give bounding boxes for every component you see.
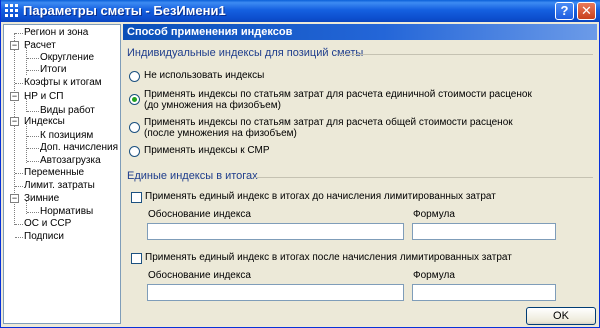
group-title-single: Единые индексы в итогах bbox=[127, 170, 258, 182]
group-divider bbox=[339, 54, 593, 55]
ok-button[interactable]: OK bbox=[526, 307, 596, 325]
group-divider bbox=[255, 177, 593, 178]
section-header: Способ применения индексов bbox=[123, 24, 597, 40]
tree-item-avtozagruzka[interactable]: Автозагрузка bbox=[40, 155, 101, 167]
collapse-icon-indeksy[interactable]: − bbox=[10, 117, 19, 126]
tree-item-region[interactable]: Регион и зона bbox=[24, 27, 88, 39]
tree-line bbox=[15, 83, 23, 84]
radio-unit-cost[interactable] bbox=[129, 94, 140, 105]
tree-line bbox=[15, 237, 23, 238]
tree-item-limit-zatraty[interactable]: Лимит. затраты bbox=[24, 180, 95, 192]
option-label-no-index: Не использовать индексы bbox=[144, 70, 265, 81]
window-title: Параметры сметы - БезИмени1 bbox=[23, 3, 226, 18]
tree-item-normativy[interactable]: Нормативы bbox=[40, 206, 93, 218]
tree-item-os-ssr[interactable]: ОС и ССР bbox=[24, 218, 71, 230]
main-panel: Способ применения индексов Индивидуальны… bbox=[123, 24, 597, 304]
tree-item-raschet[interactable]: Расчет bbox=[24, 40, 56, 52]
collapse-icon-zimnie[interactable]: − bbox=[10, 194, 19, 203]
tree-item-zimnie[interactable]: Зимние bbox=[24, 193, 59, 205]
tree-item-podpisi[interactable]: Подписи bbox=[24, 231, 64, 243]
radio-smr[interactable] bbox=[129, 146, 140, 157]
tree-line bbox=[15, 33, 23, 34]
formula-input-1[interactable] bbox=[412, 223, 556, 240]
tree-line bbox=[27, 161, 39, 162]
basis-input-2[interactable] bbox=[147, 284, 404, 301]
radio-total-cost[interactable] bbox=[129, 122, 140, 133]
app-icon bbox=[5, 4, 19, 18]
tree-item-indeksy[interactable]: Индексы bbox=[24, 116, 65, 128]
settings-tree: − − − − Регион и зона Расчет Округление … bbox=[3, 24, 121, 324]
basis-label-2: Обоснование индекса bbox=[148, 270, 251, 281]
tree-item-peremennye[interactable]: Переменные bbox=[24, 167, 84, 179]
dialog-window: Параметры сметы - БезИмени1 ? ✕ − − − − bbox=[0, 0, 600, 328]
option-label-smr: Применять индексы к СМР bbox=[144, 145, 270, 156]
title-bar[interactable]: Параметры сметы - БезИмени1 ? ✕ bbox=[1, 0, 600, 22]
collapse-icon-nr-sp[interactable]: − bbox=[10, 92, 19, 101]
checkbox-after-limit[interactable] bbox=[131, 253, 142, 264]
group-title-individual: Индивидуальные индексы для позиций сметы bbox=[127, 47, 364, 59]
checkbox-before-limit[interactable] bbox=[131, 192, 142, 203]
checkbox-label-after-limit: Применять единый индекс в итогах после н… bbox=[145, 252, 512, 263]
tree-item-koefty[interactable]: Коэфты к итогам bbox=[24, 77, 102, 89]
tree-line bbox=[27, 70, 39, 71]
tree-line bbox=[27, 111, 39, 112]
collapse-icon-raschet[interactable]: − bbox=[10, 41, 19, 50]
help-icon: ? bbox=[560, 3, 569, 18]
tree-line bbox=[27, 212, 39, 213]
radio-no-index[interactable] bbox=[129, 71, 140, 82]
option-sublabel-total-cost: (после умножения на физобъем) bbox=[144, 128, 297, 139]
formula-input-2[interactable] bbox=[412, 284, 556, 301]
formula-label-1: Формула bbox=[413, 209, 455, 220]
help-button[interactable]: ? bbox=[555, 2, 574, 20]
tree-line bbox=[27, 58, 39, 59]
tree-line bbox=[27, 148, 39, 149]
tree-item-dop-nachisleniya[interactable]: Доп. начисления bbox=[40, 142, 118, 154]
checkbox-label-before-limit: Применять единый индекс в итогах до начи… bbox=[145, 191, 496, 202]
tree-line bbox=[15, 186, 23, 187]
tree-line bbox=[15, 173, 23, 174]
tree-item-nr-sp[interactable]: НР и СП bbox=[24, 91, 63, 103]
option-sublabel-unit-cost: (до умножения на физобъем) bbox=[144, 100, 281, 111]
tree-item-okruglenie[interactable]: Округление bbox=[40, 52, 94, 64]
tree-line bbox=[26, 124, 27, 163]
basis-label-1: Обоснование индекса bbox=[148, 209, 251, 220]
close-button[interactable]: ✕ bbox=[577, 2, 596, 20]
tree-item-itogi[interactable]: Итоги bbox=[40, 64, 66, 76]
close-icon: ✕ bbox=[581, 3, 592, 18]
basis-input-1[interactable] bbox=[147, 223, 404, 240]
tree-item-k-poziciyam[interactable]: К позициям bbox=[40, 130, 93, 142]
tree-line bbox=[15, 224, 23, 225]
formula-label-2: Формула bbox=[413, 270, 455, 281]
tree-line bbox=[27, 136, 39, 137]
